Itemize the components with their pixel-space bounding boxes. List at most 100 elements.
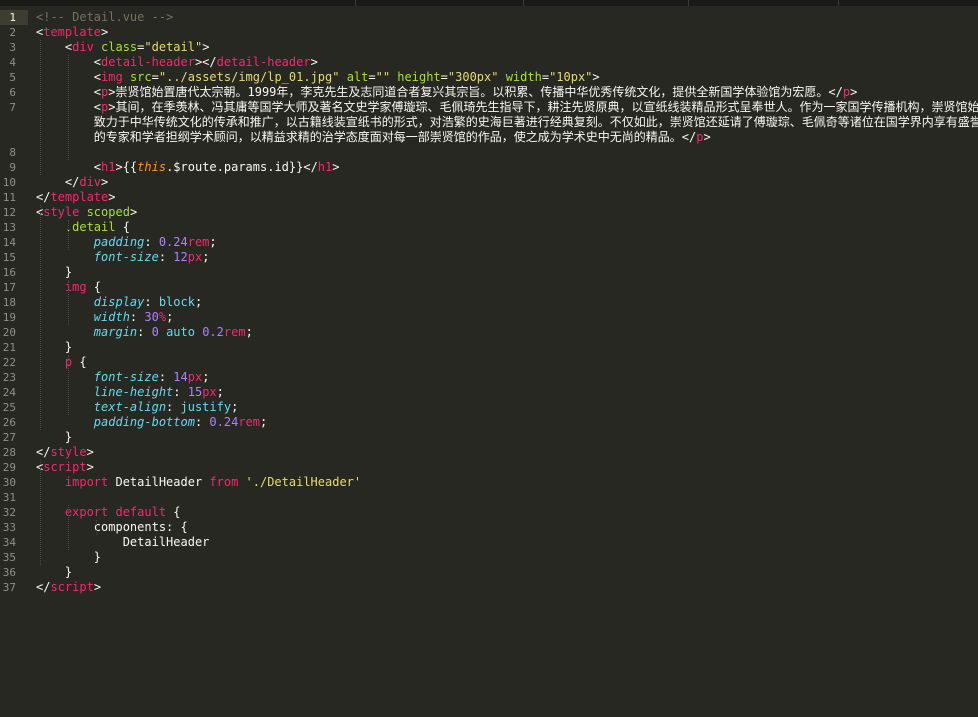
code-line[interactable]: 15 font-size: 12px; (0, 250, 978, 265)
code-line[interactable]: 12 <style scoped> (0, 205, 978, 220)
code-line[interactable]: 10 </div> (0, 175, 978, 190)
code-line[interactable]: 34 DetailHeader (0, 535, 978, 550)
code-line[interactable]: 21 } (0, 340, 978, 355)
code-text[interactable]: text-align: justify; (36, 400, 239, 415)
code-line[interactable]: 25 text-align: justify; (0, 400, 978, 415)
code-line[interactable]: 30 import DetailHeader from './DetailHea… (0, 475, 978, 490)
code-text[interactable]: <template> (36, 25, 108, 40)
code-line[interactable]: 28 </style> (0, 445, 978, 460)
code-text[interactable]: <div class="detail"> (36, 40, 210, 55)
code-token: script (43, 460, 87, 474)
code-line[interactable]: 4 <detail-header></detail-header> (0, 55, 978, 70)
code-text[interactable]: font-size: 14px; (36, 370, 210, 385)
code-text[interactable]: padding-bottom: 0.24rem; (36, 415, 267, 430)
code-text[interactable]: DetailHeader (36, 535, 210, 550)
code-line[interactable]: 18 display: block; (0, 295, 978, 310)
code-line[interactable]: 2 <template> (0, 25, 978, 40)
code-text[interactable]: </div> (36, 175, 108, 190)
code-line[interactable]: 16 } (0, 265, 978, 280)
code-token: } (36, 265, 73, 279)
code-text[interactable]: <style scoped> (36, 205, 137, 220)
code-line[interactable]: 32 export default { (0, 505, 978, 520)
code-text[interactable]: <h1>{{this.$route.params.id}}</h1> (36, 160, 340, 175)
code-line[interactable]: 35 } (0, 550, 978, 565)
code-line[interactable]: 31 (0, 490, 978, 505)
code-text[interactable]: padding: 0.24rem; (36, 235, 217, 250)
code-line[interactable]: 1 <!-- Detail.vue --> (0, 10, 978, 25)
line-number: 9 (9, 161, 16, 174)
code-text[interactable]: <detail-header></detail-header> (36, 55, 318, 70)
code-line[interactable]: 29 <script> (0, 460, 978, 475)
code-token: p (36, 355, 73, 369)
code-line[interactable]: 37 </script> (0, 580, 978, 595)
code-line[interactable]: 9 <h1>{{this.$route.params.id}}</h1> (0, 160, 978, 175)
code-text[interactable]: } (36, 340, 72, 355)
code-token: class (93, 40, 138, 54)
code-token: : (166, 400, 181, 414)
line-number: 26 (2, 416, 16, 429)
code-text[interactable]: line-height: 15px; (36, 385, 224, 400)
code-editor[interactable]: 1 <!-- Detail.vue --> 2 <template> 3 <div cl… (0, 6, 978, 717)
code-token: ; (202, 370, 210, 384)
code-text[interactable]: } (36, 265, 72, 280)
code-text[interactable]: 致力于中华传统文化的传承和推广，以古籍线装宣纸书的形式，对浩繁的史海巨著进行经典… (36, 115, 978, 130)
code-token: h1 (317, 160, 333, 174)
code-text[interactable]: </template> (36, 190, 115, 205)
code-text[interactable]: <p>崇贤馆始置唐代太宗朝。1999年，李克先生及志同道合者复兴其宗旨。以积累、… (36, 85, 858, 100)
code-text[interactable]: p { (36, 355, 87, 370)
code-line[interactable]: 6 <p>崇贤馆始置唐代太宗朝。1999年，李克先生及志同道合者复兴其宗旨。以积… (0, 85, 978, 100)
code-line[interactable]: 24 line-height: 15px; (0, 385, 978, 400)
code-text[interactable]: display: block; (36, 295, 202, 310)
code-line[interactable]: 致力于中华传统文化的传承和推广，以古籍线装宣纸书的形式，对浩繁的史海巨著进行经典… (0, 115, 978, 130)
code-text[interactable]: <script> (36, 460, 94, 475)
line-number: 1 (9, 11, 16, 24)
code-line[interactable]: 7 <p>其间，在季羡林、冯其庸等国学大师及著名文史学家傅璇琮、毛佩琦先生指导下… (0, 100, 978, 115)
code-token: p (842, 85, 851, 99)
indent-guide (68, 55, 69, 160)
code-text[interactable]: } (36, 565, 72, 580)
code-token: template (50, 190, 109, 204)
code-line[interactable]: 20 margin: 0 auto 0.2rem; (0, 325, 978, 340)
code-line[interactable]: 8 (0, 145, 978, 160)
code-text[interactable]: <!-- Detail.vue --> (36, 10, 173, 25)
code-token: } (36, 565, 73, 579)
line-number: 29 (2, 461, 16, 474)
code-line[interactable]: 5 <img src="../assets/img/lp_01.jpg" alt… (0, 70, 978, 85)
code-text[interactable]: <img src="../assets/img/lp_01.jpg" alt="… (36, 70, 600, 85)
code-text[interactable]: </script> (36, 580, 101, 595)
code-line[interactable]: 19 width: 30%; (0, 310, 978, 325)
code-text[interactable]: } (36, 430, 72, 445)
indent-guide (68, 355, 69, 415)
code-text[interactable]: export default { (36, 505, 181, 520)
line-number: 19 (2, 311, 16, 324)
code-line[interactable]: 36 } (0, 565, 978, 580)
code-text[interactable]: font-size: 12px; (36, 250, 210, 265)
code-token: { (115, 220, 130, 234)
code-line[interactable]: 27 } (0, 430, 978, 445)
code-line[interactable]: 23 font-size: 14px; (0, 370, 978, 385)
code-text[interactable]: import DetailHeader from './DetailHeader… (36, 475, 361, 490)
code-token: = (541, 70, 550, 84)
code-text[interactable]: 的专家和学者担纲学术顾问，以精益求精的治学态度面对每一部崇贤馆的作品，使之成为学… (36, 130, 711, 145)
code-token: .detail (36, 220, 116, 234)
code-token: div (79, 175, 102, 189)
code-text[interactable]: <p>其间，在季羡林、冯其庸等国学大师及著名文史学家傅璇琮、毛佩琦先生指导下，耕… (36, 100, 978, 115)
code-text[interactable]: components: { (36, 520, 188, 535)
code-line[interactable]: 13 .detail { (0, 220, 978, 235)
code-line[interactable]: 3 <div class="detail"> (0, 40, 978, 55)
code-line[interactable]: 33 components: { (0, 520, 978, 535)
code-text[interactable]: width: 30%; (36, 310, 174, 325)
code-text[interactable]: } (36, 550, 101, 565)
line-number: 32 (2, 506, 16, 519)
code-line[interactable]: 22 p { (0, 355, 978, 370)
code-text[interactable]: margin: 0 auto 0.2rem; (36, 325, 253, 340)
code-line[interactable]: 14 padding: 0.24rem; (0, 235, 978, 250)
code-line[interactable]: 26 padding-bottom: 0.24rem; (0, 415, 978, 430)
code-text[interactable]: .detail { (36, 220, 130, 235)
code-line[interactable]: 11 </template> (0, 190, 978, 205)
code-line[interactable]: 17 img { (0, 280, 978, 295)
code-text[interactable]: </style> (36, 445, 94, 460)
code-token: template (43, 25, 102, 39)
line-number: 15 (2, 251, 16, 264)
code-line[interactable]: 的专家和学者担纲学术顾问，以精益求精的治学态度面对每一部崇贤馆的作品，使之成为学… (0, 130, 978, 145)
